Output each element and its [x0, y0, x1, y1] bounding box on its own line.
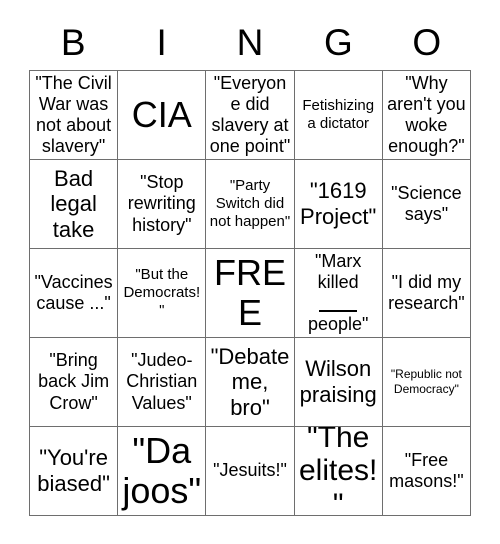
bingo-cell-label: "Da joos": [122, 429, 202, 511]
bingo-cell-label: "The elites!": [299, 427, 378, 516]
bingo-cell-label: "Judeo-Christian Values": [126, 350, 198, 413]
bingo-cell[interactable]: CIA: [118, 71, 207, 160]
bingo-header-letter: I: [156, 21, 167, 63]
bingo-cell[interactable]: FREE: [206, 249, 295, 338]
bingo-cell[interactable]: "You're biased": [30, 427, 119, 516]
bingo-cell-label: "Stop rewriting history": [127, 172, 196, 235]
bingo-header: BINGO: [29, 14, 471, 70]
bingo-cell-label: "Marx killed people": [298, 251, 379, 335]
bingo-cell[interactable]: "Judeo-Christian Values": [118, 338, 207, 427]
bingo-cell-label: "Vaccines cause ...": [34, 271, 113, 313]
bingo-cell-label: "I did my research": [388, 271, 465, 313]
bingo-header-letter: O: [412, 21, 442, 63]
bingo-header-letter: G: [324, 21, 353, 63]
bingo-cell[interactable]: "Why aren't you woke enough?": [382, 71, 471, 160]
bingo-cell[interactable]: "Bring back Jim Crow": [30, 338, 119, 427]
bingo-cell[interactable]: "I did my research": [382, 249, 471, 338]
bingo-cell[interactable]: "Stop rewriting history": [118, 160, 207, 249]
bingo-cell-label: Fetishizing a dictator: [302, 97, 375, 132]
bingo-cell-label: "Jesuits!": [213, 460, 287, 481]
fill-in-blank-underline: [319, 297, 358, 312]
bingo-cell-label: "Bring back Jim Crow": [38, 350, 110, 413]
bingo-header-letter: N: [236, 21, 264, 63]
bingo-cell[interactable]: "Free masons!": [382, 427, 471, 516]
bingo-cell[interactable]: Wilson praising: [294, 338, 383, 427]
bingo-cell[interactable]: Fetishizing a dictator: [294, 71, 383, 160]
bingo-cell-label: "Republic not Democracy": [390, 367, 462, 396]
bingo-cell[interactable]: "But the Democrats!": [118, 249, 207, 338]
bingo-cell[interactable]: "The Civil War was not about slavery": [30, 71, 119, 160]
bingo-cell[interactable]: "Debate me, bro": [206, 338, 295, 427]
bingo-cell-label: "Science says": [391, 182, 462, 224]
bingo-cell-label: Bad legal take: [50, 165, 97, 242]
bingo-cell-label: "Why aren't you woke enough?": [387, 72, 466, 157]
bingo-cell[interactable]: "Vaccines cause ...": [30, 249, 119, 338]
bingo-cell-label: Wilson praising: [299, 356, 377, 407]
bingo-cell-label: "The Civil War was not about slavery": [35, 72, 112, 157]
bingo-cell[interactable]: "Da joos": [118, 427, 207, 516]
bingo-cell[interactable]: "Marx killed people": [294, 249, 383, 338]
bingo-cell[interactable]: "Everyone did slavery at one point": [206, 71, 295, 160]
bingo-cell-label: CIA: [131, 93, 192, 135]
bingo-cell-label: "Party Switch did not happen": [209, 177, 291, 230]
bingo-cell[interactable]: "Party Switch did not happen": [206, 160, 295, 249]
bingo-cell[interactable]: "1619 Project": [294, 160, 383, 249]
bingo-cell[interactable]: Bad legal take: [30, 160, 119, 249]
bingo-cell-label: "Everyone did slavery at one point": [209, 72, 291, 157]
bingo-cell-label-after-blank: people": [307, 314, 369, 335]
bingo-cell[interactable]: "Jesuits!": [206, 427, 295, 516]
bingo-header-letter: B: [60, 21, 86, 63]
bingo-cell-label: "1619 Project": [300, 178, 377, 229]
bingo-grid: "The Civil War was not about slavery" CIA…: [29, 70, 471, 516]
bingo-card: B I N G O "The Civil War was not about slave…: [0, 0, 500, 544]
bingo-cell[interactable]: "Republic not Democracy": [382, 338, 471, 427]
bingo-cell-label: "You're biased": [37, 445, 110, 496]
bingo-cell[interactable]: "The elites!": [294, 427, 383, 516]
bingo-cell-label: "But the Democrats!": [123, 266, 201, 319]
bingo-cell[interactable]: "Science says": [382, 160, 471, 249]
bingo-cell-label-before-blank: "Marx killed: [315, 250, 362, 292]
bingo-cell-label: "Free masons!": [389, 449, 464, 491]
bingo-cell-label: "Debate me, bro": [210, 343, 290, 420]
bingo-cell-label: FREE: [213, 251, 286, 333]
